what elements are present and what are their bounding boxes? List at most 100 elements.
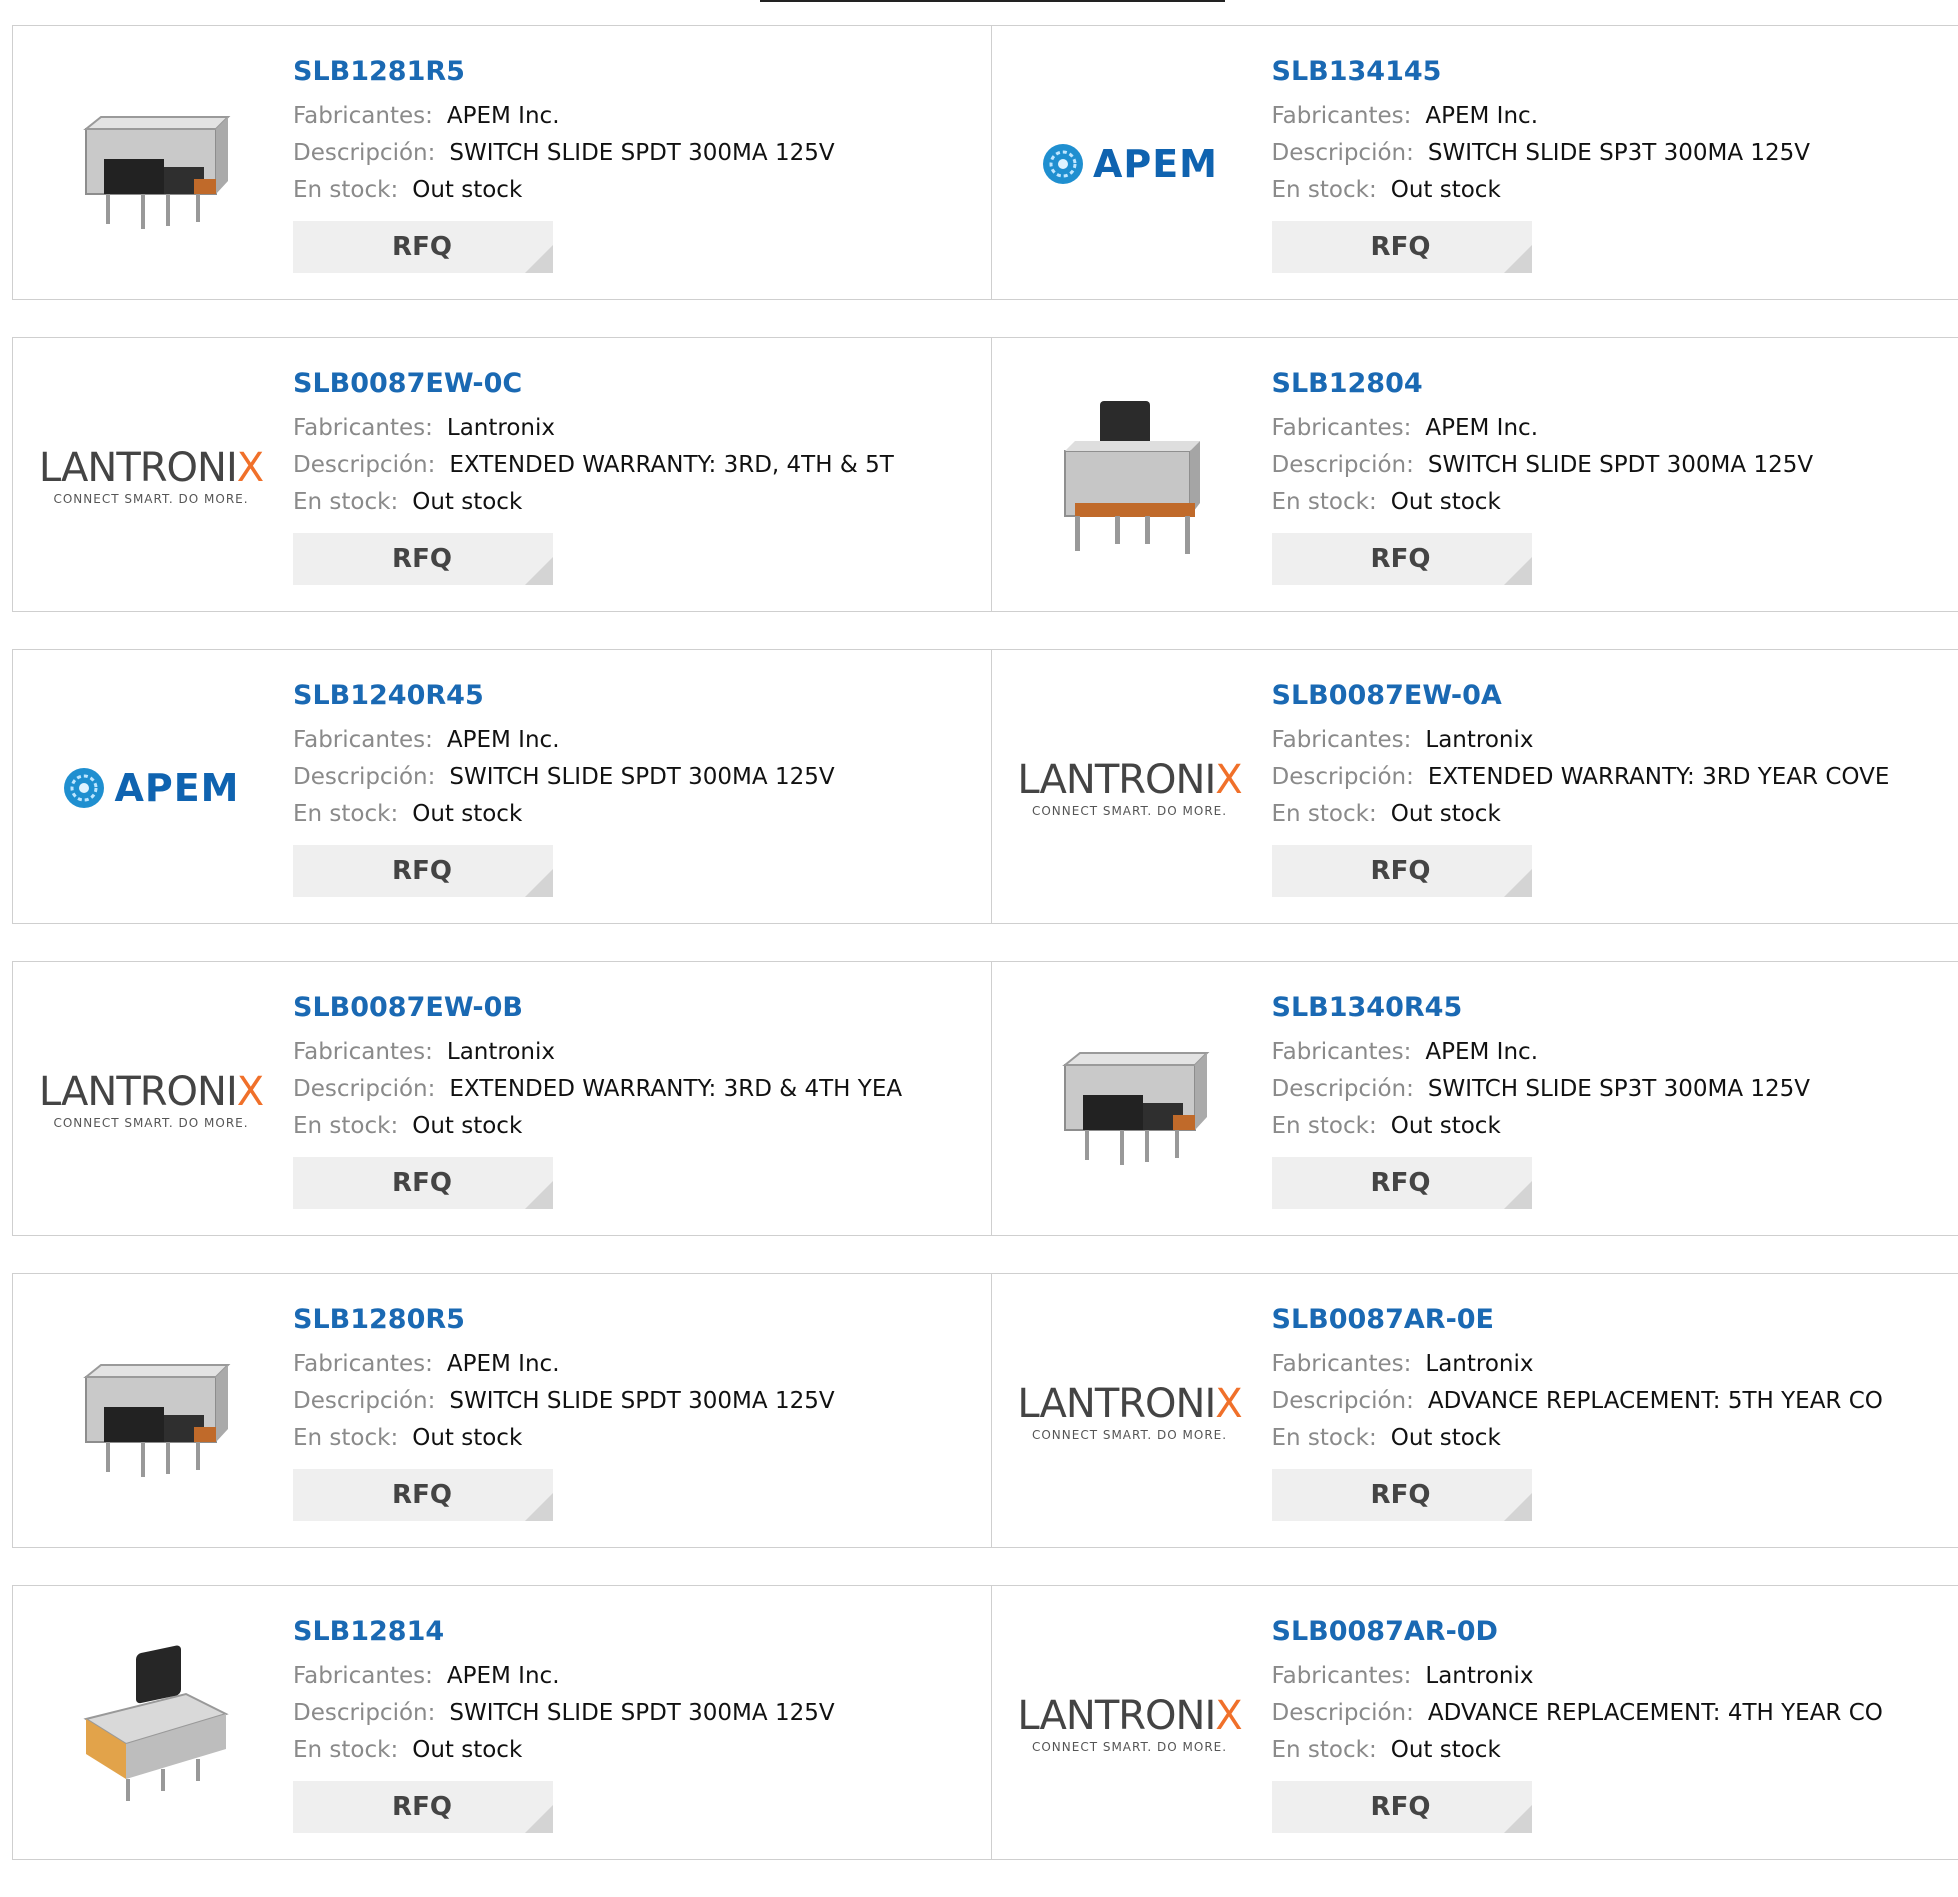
stock-value: Out stock: [1391, 1113, 1501, 1139]
part-number-link[interactable]: SLB0087EW-0B: [293, 990, 981, 1026]
stock-line: En stock:Out stock: [1272, 484, 1949, 521]
manufacturer-value[interactable]: APEM Inc.: [447, 1663, 560, 1689]
product-row: SLB12814 Fabricantes:APEM Inc. Descripci…: [12, 1585, 1958, 1860]
corner-triangle-icon: [1504, 245, 1532, 273]
product-image[interactable]: LANTRONIX CONNECT SMART. DO MORE.: [51, 376, 251, 576]
part-number-link[interactable]: SLB0087EW-0A: [1272, 678, 1949, 714]
product-image[interactable]: LANTRONIX CONNECT SMART. DO MORE.: [1030, 688, 1230, 888]
product-image[interactable]: [51, 64, 251, 264]
part-number-link[interactable]: SLB1281R5: [293, 54, 981, 90]
product-image[interactable]: LANTRONIX CONNECT SMART. DO MORE.: [1030, 1312, 1230, 1512]
part-number-link[interactable]: SLB0087AR-0E: [1272, 1302, 1949, 1338]
lantronix-logo: LANTRONIX CONNECT SMART. DO MORE.: [39, 1070, 263, 1130]
manufacturer-value[interactable]: Lantronix: [1425, 1351, 1533, 1377]
manufacturer-value[interactable]: Lantronix: [447, 415, 555, 441]
top-divider: [760, 0, 1225, 2]
manufacturer-label: Fabricantes:: [1272, 415, 1412, 441]
product-card: SLB12814 Fabricantes:APEM Inc. Descripci…: [13, 1586, 991, 1859]
rfq-button[interactable]: RFQ: [293, 1157, 553, 1209]
stock-label: En stock:: [293, 177, 398, 203]
rfq-button[interactable]: RFQ: [293, 845, 553, 897]
rfq-button[interactable]: RFQ: [1272, 533, 1532, 585]
rfq-button[interactable]: RFQ: [293, 221, 553, 273]
part-number-link[interactable]: SLB1280R5: [293, 1302, 981, 1338]
rfq-label: RFQ: [1371, 1168, 1431, 1198]
apem-logo: APEM: [1041, 142, 1218, 186]
manufacturer-value[interactable]: APEM Inc.: [447, 727, 560, 753]
corner-triangle-icon: [1504, 1805, 1532, 1833]
corner-triangle-icon: [1504, 1493, 1532, 1521]
product-card: APEM SLB1240R45 Fabricantes:APEM Inc. De…: [13, 650, 991, 923]
rfq-button[interactable]: RFQ: [293, 533, 553, 585]
manufacturer-line: Fabricantes: APEM Inc.: [293, 98, 981, 135]
part-number-link[interactable]: SLB0087AR-0D: [1272, 1614, 1949, 1650]
rfq-button[interactable]: RFQ: [293, 1469, 553, 1521]
slide-switch-icon: [1045, 1025, 1215, 1175]
product-image[interactable]: LANTRONIX CONNECT SMART. DO MORE.: [51, 1000, 251, 1200]
description-line: Descripción:EXTENDED WARRANTY: 3RD, 4TH …: [293, 447, 981, 484]
corner-triangle-icon: [525, 1493, 553, 1521]
part-number-link[interactable]: SLB1340R45: [1272, 990, 1949, 1026]
product-card: APEM SLB134145 Fabricantes:APEM Inc. Des…: [991, 26, 1958, 299]
manufacturer-value[interactable]: APEM Inc.: [447, 103, 560, 129]
stock-label: En stock:: [293, 1113, 398, 1139]
manufacturer-value[interactable]: Lantronix: [1425, 727, 1533, 753]
manufacturer-label: Fabricantes:: [1272, 727, 1412, 753]
product-image[interactable]: [51, 1624, 251, 1824]
rfq-label: RFQ: [392, 1792, 452, 1822]
product-grid: SLB1281R5 Fabricantes: APEM Inc. Descripc…: [12, 25, 1958, 1897]
corner-triangle-icon: [525, 1181, 553, 1209]
rfq-button[interactable]: RFQ: [1272, 1781, 1532, 1833]
manufacturer-value[interactable]: Lantronix: [1425, 1663, 1533, 1689]
stock-value: Out stock: [412, 801, 522, 827]
stock-value: Out stock: [1391, 801, 1501, 827]
corner-triangle-icon: [1504, 557, 1532, 585]
rfq-button[interactable]: RFQ: [1272, 845, 1532, 897]
product-image[interactable]: [1030, 1000, 1230, 1200]
manufacturer-value[interactable]: APEM Inc.: [447, 1351, 560, 1377]
lantronix-logo: LANTRONIX CONNECT SMART. DO MORE.: [1017, 1382, 1241, 1442]
product-info: SLB1240R45 Fabricantes:APEM Inc. Descrip…: [293, 678, 981, 897]
description-label: Descripción:: [293, 452, 435, 478]
part-number-link[interactable]: SLB12804: [1272, 366, 1949, 402]
product-row: LANTRONIX CONNECT SMART. DO MORE. SLB008…: [12, 961, 1958, 1236]
manufacturer-value[interactable]: APEM Inc.: [1425, 415, 1538, 441]
rfq-button[interactable]: RFQ: [1272, 221, 1532, 273]
lantronix-tagline: CONNECT SMART. DO MORE.: [39, 1116, 263, 1130]
stock-line: En stock:Out stock: [293, 1420, 981, 1457]
product-image[interactable]: [51, 1312, 251, 1512]
product-image[interactable]: LANTRONIX CONNECT SMART. DO MORE.: [1030, 1624, 1230, 1824]
manufacturer-value[interactable]: APEM Inc.: [1425, 103, 1538, 129]
product-info: SLB1280R5 Fabricantes:APEM Inc. Descripc…: [293, 1302, 981, 1521]
product-image[interactable]: [1030, 376, 1230, 576]
lantronix-wordmark: LANTRONIX: [1017, 1382, 1241, 1426]
product-row: SLB1281R5 Fabricantes:APEM Inc. Descripc…: [12, 25, 1958, 300]
manufacturer-label: Fabricantes:: [293, 103, 433, 129]
part-number-link[interactable]: SLB134145: [1272, 54, 1949, 90]
product-info: SLB134145 Fabricantes:APEM Inc. Descripc…: [1272, 54, 1949, 273]
part-number-link[interactable]: SLB12814: [293, 1614, 981, 1650]
manufacturer-value[interactable]: Lantronix: [447, 1039, 555, 1065]
lantronix-wordmark: LANTRONIX: [1017, 1694, 1241, 1738]
rfq-button[interactable]: RFQ: [293, 1781, 553, 1833]
description-value: SWITCH SLIDE SPDT 300MA 125V: [449, 764, 834, 790]
stock-value: Out stock: [412, 489, 522, 515]
manufacturer-label: Fabricantes:: [293, 1039, 433, 1065]
rfq-button[interactable]: RFQ: [1272, 1157, 1532, 1209]
rfq-label: RFQ: [392, 856, 452, 886]
product-image[interactable]: APEM: [1030, 64, 1230, 264]
product-image[interactable]: APEM: [51, 688, 251, 888]
lantronix-x-mark: X: [1215, 1693, 1241, 1739]
part-number-link[interactable]: SLB1240R45: [293, 678, 981, 714]
slide-switch-icon: [1045, 391, 1215, 561]
part-number-link[interactable]: SLB0087EW-0C: [293, 366, 981, 402]
description-line: Descripción:SWITCH SLIDE SP3T 300MA 125V: [1272, 1071, 1949, 1108]
manufacturer-value[interactable]: APEM Inc.: [1425, 1039, 1538, 1065]
rfq-button[interactable]: RFQ: [1272, 1469, 1532, 1521]
lantronix-tagline: CONNECT SMART. DO MORE.: [1017, 1428, 1241, 1442]
description-value: SWITCH SLIDE SPDT 300MA 125V: [449, 1700, 834, 1726]
manufacturer-line: Fabricantes:APEM Inc.: [293, 1658, 981, 1695]
apem-globe-icon: [1041, 142, 1085, 186]
manufacturer-line: Fabricantes: Lantronix: [1272, 722, 1949, 759]
stock-label: En stock:: [293, 801, 398, 827]
